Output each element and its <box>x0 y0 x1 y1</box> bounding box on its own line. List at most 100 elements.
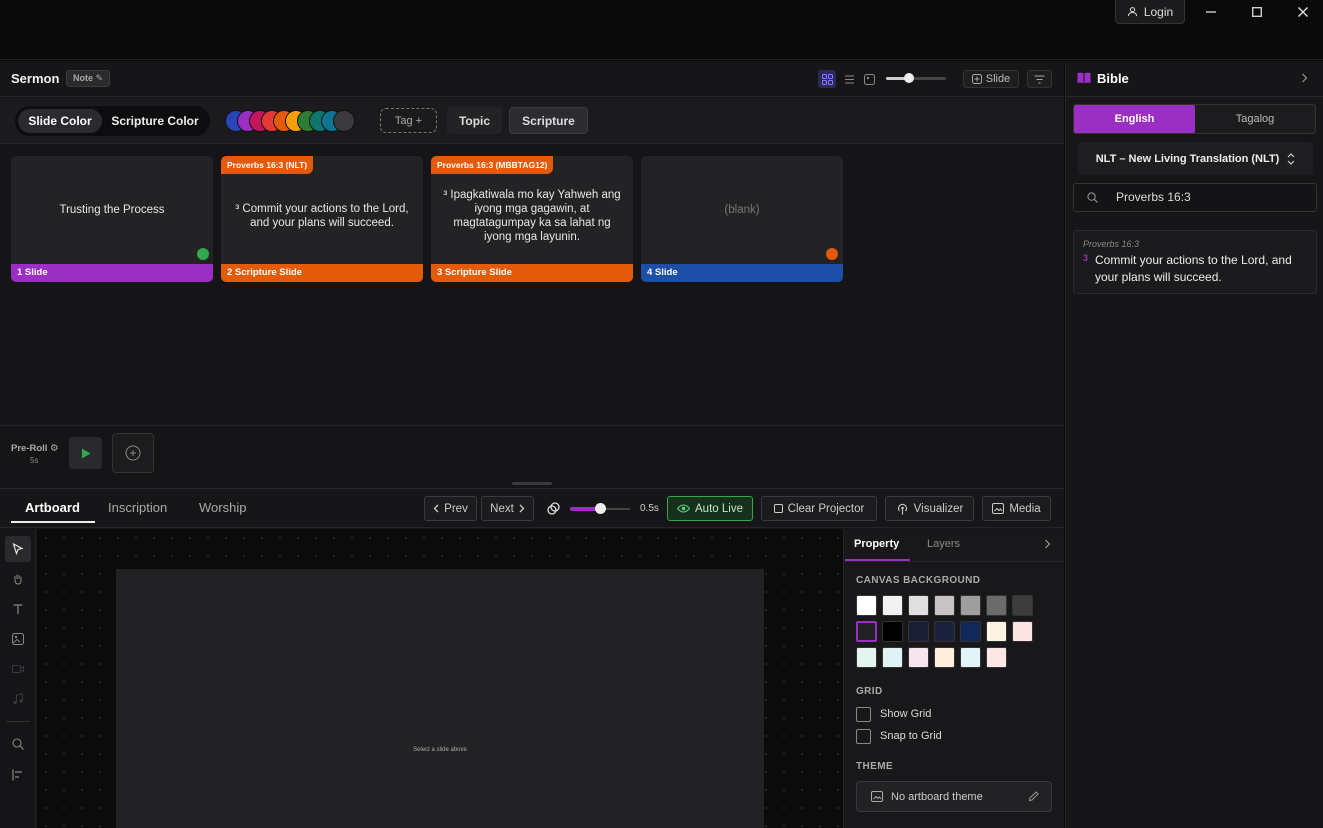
note-badge[interactable]: Note ✎ <box>66 70 111 87</box>
zoom-tool[interactable] <box>5 731 31 757</box>
canvas-bg-swatch[interactable] <box>882 595 903 616</box>
media-button[interactable]: Media <box>982 496 1051 521</box>
canvas-bg-swatch[interactable] <box>960 621 981 642</box>
slide-status-dot <box>826 248 838 260</box>
zoom-slider-handle[interactable] <box>904 73 914 83</box>
show-grid-label: Show Grid <box>880 708 932 720</box>
tab-layers[interactable]: Layers <box>927 538 960 550</box>
select-tool[interactable] <box>5 536 31 562</box>
square-icon <box>773 504 783 513</box>
add-slide-button[interactable]: Slide <box>963 70 1019 88</box>
align-tool[interactable] <box>5 762 31 788</box>
image-icon <box>871 791 883 802</box>
grid-heading: GRID <box>856 686 883 697</box>
tab-inscription[interactable]: Inscription <box>108 500 167 515</box>
broadcast-icon <box>896 503 909 515</box>
language-english[interactable]: English <box>1074 105 1195 133</box>
list-view-button[interactable] <box>840 70 858 88</box>
image-tool[interactable] <box>5 626 31 652</box>
language-tagalog[interactable]: Tagalog <box>1195 105 1315 133</box>
tab-property[interactable]: Property <box>854 538 899 550</box>
canvas-bg-swatch[interactable] <box>908 647 929 668</box>
bible-version-value: NLT – New Living Translation (NLT) <box>1095 152 1280 165</box>
canvas-bg-swatch[interactable] <box>986 647 1007 668</box>
slide-text: (blank) <box>724 204 760 216</box>
canvas-bg-swatch[interactable] <box>908 621 929 642</box>
bible-version-select[interactable]: NLT – New Living Translation (NLT) <box>1078 142 1313 175</box>
canvas-bg-swatch[interactable] <box>1012 621 1033 642</box>
canvas-bg-swatch[interactable] <box>934 595 955 616</box>
transition-slider-handle[interactable] <box>595 503 606 514</box>
show-grid-checkbox[interactable] <box>856 707 871 722</box>
snap-to-grid-checkbox[interactable] <box>856 729 871 744</box>
add-preroll-button[interactable] <box>112 433 154 473</box>
text-tool[interactable] <box>5 596 31 622</box>
add-tag-button[interactable]: Tag + <box>380 108 437 133</box>
search-icon <box>12 738 24 750</box>
canvas-bg-swatch[interactable] <box>960 647 981 668</box>
slide-card-1[interactable]: Trusting the Process 1 Slide <box>11 156 213 282</box>
minimize-button[interactable] <box>1191 0 1231 24</box>
scripture-reference-tag: Proverbs 16:3 (NLT) <box>221 156 314 174</box>
canvas-bg-swatch[interactable] <box>856 621 877 642</box>
scripture-reference-tag: Proverbs 16:3 (MBBTAG12) <box>431 156 554 174</box>
edit-icon[interactable] <box>1028 791 1039 802</box>
verse-result[interactable]: Proverbs 16:3 3 Commit your actions to t… <box>1073 230 1317 294</box>
close-button[interactable] <box>1283 0 1323 24</box>
chevron-right-icon[interactable] <box>1044 539 1051 549</box>
scripture-color-button[interactable]: Scripture Color <box>105 109 205 133</box>
artboard-canvas[interactable] <box>116 569 764 828</box>
topic-button[interactable]: Topic <box>447 107 502 134</box>
canvas-empty-message: Select a slide above <box>413 747 467 753</box>
next-label: Next <box>490 502 514 515</box>
canvas-bg-swatch[interactable] <box>908 595 929 616</box>
clear-projector-label: Clear Projector <box>787 502 865 515</box>
canvas-bg-swatch[interactable] <box>934 621 955 642</box>
slide-card-4[interactable]: (blank) 4 Slide <box>641 156 843 282</box>
canvas-bg-swatch[interactable] <box>986 595 1007 616</box>
canvas-bg-swatch[interactable] <box>1012 595 1033 616</box>
canvas-bg-swatch[interactable] <box>934 647 955 668</box>
search-icon <box>1087 192 1098 203</box>
preroll-bar <box>0 425 1064 481</box>
canvas-background-heading: CANVAS BACKGROUND <box>856 575 981 586</box>
text-icon <box>12 603 24 615</box>
auto-live-button[interactable]: Auto Live <box>667 496 753 521</box>
scripture-button[interactable]: Scripture <box>509 107 588 134</box>
clear-projector-button[interactable]: Clear Projector <box>761 496 877 521</box>
tab-artboard[interactable]: Artboard <box>25 500 80 515</box>
hand-icon <box>12 573 24 585</box>
eye-icon <box>677 504 691 513</box>
scripture-search <box>1073 183 1317 212</box>
login-label: Login <box>1143 4 1174 19</box>
color-swatch[interactable] <box>333 110 355 132</box>
canvas-bg-swatch[interactable] <box>882 647 903 668</box>
canvas-bg-swatch[interactable] <box>856 647 877 668</box>
next-button[interactable]: Next <box>481 496 534 521</box>
scripture-search-input[interactable] <box>1116 190 1306 204</box>
play-button[interactable] <box>69 437 102 469</box>
verse-number: 3 <box>1083 253 1089 263</box>
tool-divider <box>6 721 30 722</box>
prev-button[interactable]: Prev <box>424 496 477 521</box>
maximize-button[interactable] <box>1237 0 1277 24</box>
filter-button[interactable] <box>1027 70 1052 88</box>
canvas-bg-swatch[interactable] <box>882 621 903 642</box>
hand-tool[interactable] <box>5 566 31 592</box>
resize-handle[interactable] <box>512 482 552 485</box>
minimize-icon <box>1206 7 1216 17</box>
theme-selector[interactable]: No artboard theme <box>856 781 1052 812</box>
canvas-bg-swatch[interactable] <box>986 621 1007 642</box>
grid-view-button[interactable] <box>818 70 836 88</box>
add-slide-label: Slide <box>985 73 1011 85</box>
slide-card-2[interactable]: ³ Commit your actions to the Lord, and y… <box>221 156 423 282</box>
canvas-bg-swatch[interactable] <box>960 595 981 616</box>
visualizer-button[interactable]: Visualizer <box>885 496 974 521</box>
slide-color-button[interactable]: Slide Color <box>18 109 102 133</box>
chevron-right-icon[interactable] <box>1301 73 1308 83</box>
tab-worship[interactable]: Worship <box>199 500 246 515</box>
preview-view-button[interactable] <box>860 70 878 88</box>
canvas-bg-swatch[interactable] <box>856 595 877 616</box>
login-button[interactable]: Login <box>1115 0 1185 24</box>
slide-card-3[interactable]: ³ Ipagkatiwala mo kay Yahweh ang iyong m… <box>431 156 633 282</box>
